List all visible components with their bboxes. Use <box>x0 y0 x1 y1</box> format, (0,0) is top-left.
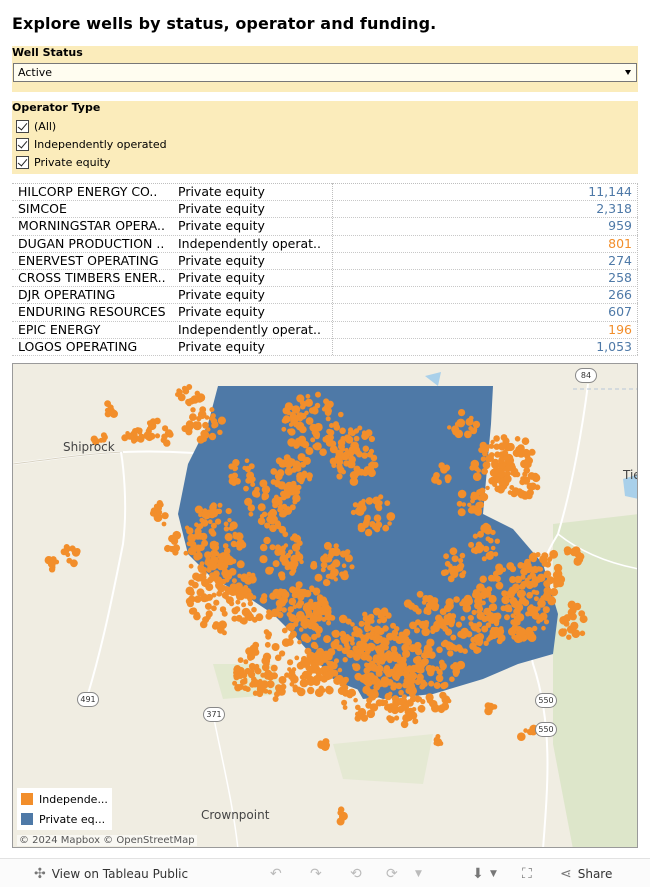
map-attribution[interactable]: © 2024 Mapbox © OpenStreetMap <box>17 835 197 846</box>
legend-label: Independe... <box>39 792 108 806</box>
legend-item-independent[interactable]: Independe... <box>21 790 108 808</box>
map-legend: Independe... Private eq... <box>17 788 112 830</box>
operator-type: Private equity <box>178 269 265 285</box>
operator-type-label: Operator Type <box>12 101 101 114</box>
table-row[interactable]: ENDURING RESOURCES Private equity 607 <box>12 304 638 322</box>
highway-550-shield: 550 <box>535 722 557 737</box>
checkbox-icon[interactable] <box>16 137 29 151</box>
tableau-logo-icon: ✣ <box>34 865 46 882</box>
download-chevron-icon[interactable]: ▼ <box>490 859 497 888</box>
legend-item-private[interactable]: Private eq... <box>21 810 105 828</box>
table-divider <box>332 183 333 355</box>
operator-type: Independently operat.. <box>178 321 321 337</box>
operator-type: Private equity <box>178 287 265 303</box>
dropdown-arrow-icon <box>625 70 631 75</box>
well-count: 274 <box>608 252 632 268</box>
operator-name: ENERVEST OPERATING <box>18 252 159 268</box>
well-count: 266 <box>608 287 632 303</box>
well-count: 959 <box>608 218 632 234</box>
well-status-filter: Well Status Active <box>12 46 638 92</box>
table-divider <box>637 183 638 355</box>
operator-name: EPIC ENERGY <box>18 321 101 337</box>
download-icon[interactable]: ⬇ <box>472 859 484 888</box>
view-on-tableau-button[interactable]: ✣ View on Tableau Public <box>34 859 188 888</box>
fullscreen-icon[interactable]: ⛶ <box>522 859 532 888</box>
table-row[interactable]: CROSS TIMBERS ENER.. Private equity 258 <box>12 269 638 288</box>
operator-option-all[interactable]: (All) <box>16 118 56 134</box>
view-label: View on Tableau Public <box>51 866 189 881</box>
operator-type: Private equity <box>178 218 265 234</box>
operator-name: DUGAN PRODUCTION .. <box>18 235 165 251</box>
highway-550-shield: 550 <box>535 693 557 708</box>
map-label-shiprock: Shiprock <box>63 440 115 454</box>
table-row[interactable]: SIMCOE Private equity 2,318 <box>12 201 638 219</box>
operator-name: DJR OPERATING <box>18 287 116 303</box>
checkbox-icon[interactable] <box>16 155 29 169</box>
option-label: Independently operated <box>34 137 167 151</box>
operator-name: MORNINGSTAR OPERA.. <box>18 218 165 234</box>
refresh-icon[interactable]: ⟳ <box>386 859 398 888</box>
checkbox-icon[interactable] <box>16 119 29 133</box>
operator-type: Private equity <box>178 201 265 217</box>
operator-name: CROSS TIMBERS ENER.. <box>18 269 166 285</box>
well-count: 801 <box>608 235 632 251</box>
well-points-independent <box>44 384 588 826</box>
operator-type: Private equity <box>178 184 265 199</box>
operator-name: LOGOS OPERATING <box>18 338 138 354</box>
refresh-menu-chevron-icon[interactable]: ▼ <box>415 859 422 888</box>
well-count: 2,318 <box>596 201 632 217</box>
operator-name: HILCORP ENERGY CO.. <box>18 184 158 199</box>
table-row[interactable]: HILCORP ENERGY CO.. Private equity 11,144 <box>12 184 638 202</box>
well-count: 196 <box>608 321 632 337</box>
operator-type: Private equity <box>178 252 265 268</box>
table-row[interactable]: ENERVEST OPERATING Private equity 274 <box>12 253 638 270</box>
table-row[interactable]: DUGAN PRODUCTION .. Independently operat.… <box>12 236 638 253</box>
table-row[interactable]: DJR OPERATING Private equity 266 <box>12 287 638 305</box>
operator-type: Independently operat.. <box>178 235 321 251</box>
operator-name: SIMCOE <box>18 201 67 217</box>
operator-type: Private equity <box>178 304 265 320</box>
operator-option-private-equity[interactable]: Private equity <box>16 154 110 170</box>
operator-type: Private equity <box>178 338 265 354</box>
wells-map[interactable]: Shiprock Crownpoint Tie 84 491 371 550 5… <box>12 363 638 848</box>
well-count: 11,144 <box>588 184 632 199</box>
map-label-crownpoint: Crownpoint <box>201 808 270 822</box>
well-status-label: Well Status <box>12 46 83 59</box>
highway-491-shield: 491 <box>77 692 99 707</box>
option-label: Private equity <box>34 155 111 169</box>
map-canvas[interactable] <box>13 364 638 848</box>
operator-option-independent[interactable]: Independently operated <box>16 136 167 152</box>
legend-swatch-blue <box>21 813 33 825</box>
operator-name: ENDURING RESOURCES <box>18 304 166 320</box>
table-row[interactable]: MORNINGSTAR OPERA.. Private equity 959 <box>12 218 638 236</box>
undo-icon[interactable]: ↶ <box>270 859 282 888</box>
operator-type-filter: Operator Type (All) Independently operat… <box>12 101 638 174</box>
highway-84-shield: 84 <box>575 368 597 383</box>
option-label: (All) <box>34 119 57 133</box>
table-row[interactable]: EPIC ENERGY Independently operat.. 196 <box>12 322 638 339</box>
map-label-tie: Tie <box>623 468 637 482</box>
revert-icon[interactable]: ⟲ <box>350 859 362 888</box>
redo-icon[interactable]: ↷ <box>310 859 322 888</box>
legend-label: Private eq... <box>39 812 106 826</box>
operator-table: HILCORP ENERGY CO.. Private equity 11,144 S… <box>12 183 638 356</box>
route-371-shield: 371 <box>203 707 225 722</box>
legend-swatch-orange <box>21 793 33 805</box>
well-status-value: Active <box>18 66 53 79</box>
share-label: Share <box>577 866 613 881</box>
well-count: 258 <box>608 269 632 285</box>
table-row[interactable]: LOGOS OPERATING Private equity 1,053 <box>12 339 638 356</box>
share-icon: ⋖ <box>560 865 572 882</box>
well-count: 607 <box>608 304 632 320</box>
well-status-dropdown[interactable]: Active <box>13 63 637 82</box>
tableau-toolbar: ✣ View on Tableau Public ↶ ↷ ⟲ ⟳ ▼ ⬇ ▼ ⛶… <box>0 858 650 887</box>
page-title: Explore wells by status, operator and fu… <box>12 14 437 33</box>
share-button[interactable]: ⋖ Share <box>560 859 612 888</box>
well-count: 1,053 <box>596 338 632 354</box>
